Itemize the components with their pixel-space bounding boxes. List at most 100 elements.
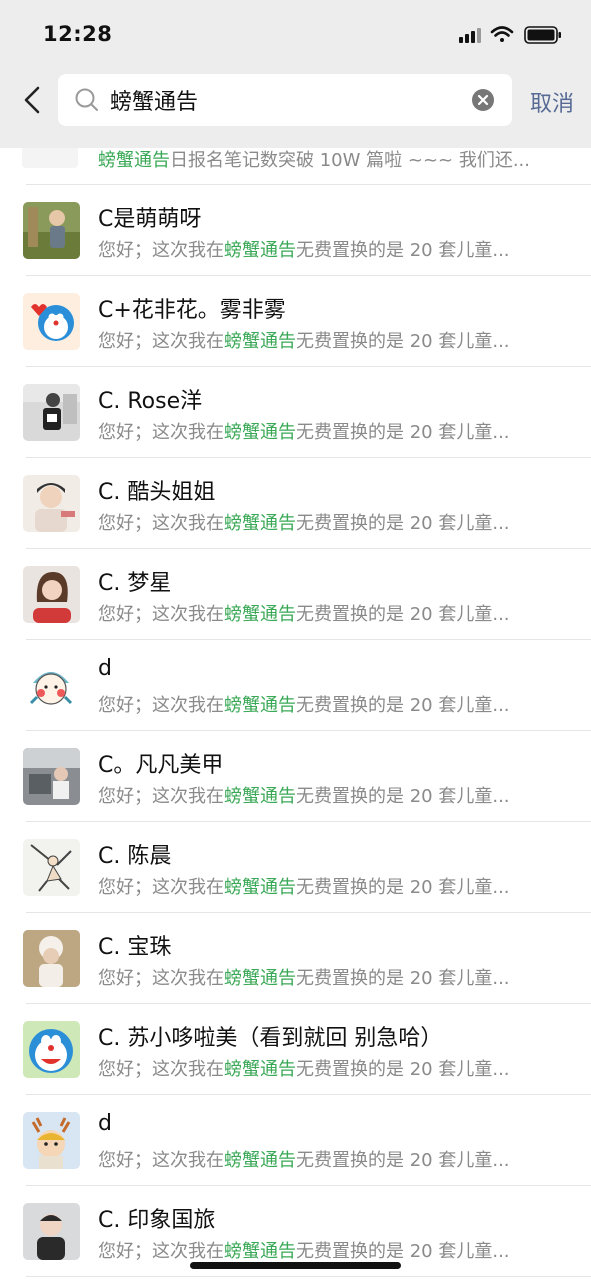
avatar bbox=[23, 384, 80, 441]
avatar bbox=[23, 1021, 80, 1078]
snippet-highlight: 螃蟹通告 bbox=[224, 1241, 296, 1262]
avatar bbox=[23, 566, 80, 623]
avatar bbox=[23, 657, 80, 714]
snippet-suffix: 无费置换的是 20 套儿童... bbox=[296, 240, 510, 261]
photo-child-winter-hat-avatar bbox=[23, 930, 80, 987]
snippet-suffix: 无费置换的是 20 套儿童... bbox=[296, 422, 510, 443]
contact-name: C. 酷头姐姐 bbox=[98, 480, 216, 505]
snippet-suffix: 无费置换的是 20 套儿童... bbox=[296, 877, 510, 898]
back-button[interactable] bbox=[18, 80, 48, 120]
avatar bbox=[23, 1203, 80, 1260]
photo-woman-portrait-avatar bbox=[23, 566, 80, 623]
contact-name: d bbox=[98, 656, 112, 681]
snippet-prefix: 您好；这次我在 bbox=[98, 1059, 224, 1080]
snippet-highlight: 螃蟹通告 bbox=[224, 513, 296, 534]
snippet-text: 日报名笔记数突破 10W 篇啦 ~~~ 我们还... bbox=[170, 150, 530, 171]
message-snippet: 您好；这次我在螃蟹通告无费置换的是 20 套儿童... bbox=[98, 1146, 510, 1172]
search-box[interactable] bbox=[58, 74, 512, 126]
avatar bbox=[23, 1112, 80, 1169]
cartoon-dancer-avatar bbox=[23, 839, 80, 896]
avatar bbox=[22, 146, 78, 168]
avatar bbox=[23, 475, 80, 532]
snippet-highlight: 螃蟹通告 bbox=[224, 240, 296, 261]
list-item[interactable]: 螃蟹通告日报名笔记数突破 10W 篇啦 ~~~ 我们还... bbox=[22, 146, 591, 185]
snippet-suffix: 无费置换的是 20 套儿童... bbox=[296, 513, 510, 534]
snippet-highlight: 螃蟹通告 bbox=[98, 150, 170, 171]
divider bbox=[26, 1276, 591, 1277]
message-snippet: 您好；这次我在螃蟹通告无费置换的是 20 套儿童... bbox=[98, 600, 510, 626]
snippet-highlight: 螃蟹通告 bbox=[224, 695, 296, 716]
snippet-prefix: 您好；这次我在 bbox=[98, 1241, 224, 1262]
photo-girl-hat-avatar bbox=[23, 475, 80, 532]
photo-child-outdoor-avatar bbox=[23, 202, 80, 259]
snippet-suffix: 无费置换的是 20 套儿童... bbox=[296, 604, 510, 625]
snippet-suffix: 无费置换的是 20 套儿童... bbox=[296, 695, 510, 716]
list-item[interactable]: C. 陈晨 您好；这次我在螃蟹通告无费置换的是 20 套儿童... bbox=[0, 822, 591, 913]
list-item[interactable]: C. 梦星您好；这次我在螃蟹通告无费置换的是 20 套儿童... bbox=[0, 549, 591, 640]
message-snippet: 您好；这次我在螃蟹通告无费置换的是 20 套儿童... bbox=[98, 1055, 510, 1081]
contact-name: C是萌萌呀 bbox=[98, 207, 202, 232]
message-snippet: 您好；这次我在螃蟹通告无费置换的是 20 套儿童... bbox=[98, 1237, 510, 1263]
snippet-prefix: 您好；这次我在 bbox=[98, 604, 224, 625]
contact-name: d bbox=[98, 1111, 112, 1136]
list-item[interactable]: C是萌萌呀您好；这次我在螃蟹通告无费置换的是 20 套儿童... bbox=[0, 185, 591, 276]
contact-name: C. 宝珠 bbox=[98, 935, 172, 960]
photo-baby-avatar bbox=[23, 1203, 80, 1260]
list-item[interactable]: d 您好；这次我在螃蟹通告无费置换的是 20 套儿童... bbox=[0, 640, 591, 731]
avatar bbox=[23, 748, 80, 805]
photo-room-avatar bbox=[23, 748, 80, 805]
contact-name: C+花非花。雾非雾 bbox=[98, 298, 286, 323]
snippet-prefix: 您好；这次我在 bbox=[98, 968, 224, 989]
avatar bbox=[23, 293, 80, 350]
snippet-highlight: 螃蟹通告 bbox=[224, 786, 296, 807]
chevron-left-icon bbox=[24, 86, 40, 114]
doraemon-heart-avatar bbox=[23, 293, 80, 350]
search-input[interactable] bbox=[110, 82, 460, 118]
snippet-prefix: 您好；这次我在 bbox=[98, 513, 224, 534]
search-row: 取消 bbox=[0, 72, 591, 128]
status-time: 12:28 bbox=[43, 22, 113, 46]
message-snippet: 您好；这次我在螃蟹通告无费置换的是 20 套儿童... bbox=[98, 327, 510, 353]
message-snippet: 您好；这次我在螃蟹通告无费置换的是 20 套儿童... bbox=[98, 418, 510, 444]
snippet-suffix: 无费置换的是 20 套儿童... bbox=[296, 1150, 510, 1171]
snippet-prefix: 您好；这次我在 bbox=[98, 877, 224, 898]
snippet-highlight: 螃蟹通告 bbox=[224, 1150, 296, 1171]
results-list: 螃蟹通告日报名笔记数突破 10W 篇啦 ~~~ 我们还... C是萌萌呀 您好；这… bbox=[0, 146, 591, 1277]
avatar bbox=[23, 202, 80, 259]
message-snippet: 您好；这次我在螃蟹通告无费置换的是 20 套儿童... bbox=[98, 782, 510, 808]
status-icons bbox=[459, 26, 561, 44]
contact-name: C. 梦星 bbox=[98, 571, 172, 596]
snippet-suffix: 无费置换的是 20 套儿童... bbox=[296, 786, 510, 807]
list-item[interactable]: C. Rose洋您好；这次我在螃蟹通告无费置换的是 20 套儿童... bbox=[0, 367, 591, 458]
list-item[interactable]: C+花非花。雾非雾您好；这次我在螃蟹通告无费置换的是 20 套儿童... bbox=[0, 276, 591, 367]
snippet-suffix: 无费置换的是 20 套儿童... bbox=[296, 1059, 510, 1080]
snippet-highlight: 螃蟹通告 bbox=[224, 331, 296, 352]
snippet-suffix: 无费置换的是 20 套儿童... bbox=[296, 968, 510, 989]
message-snippet: 您好；这次我在螃蟹通告无费置换的是 20 套儿童... bbox=[98, 691, 510, 717]
search-icon bbox=[75, 88, 98, 111]
cancel-button[interactable]: 取消 bbox=[530, 86, 574, 118]
doraemon-face-avatar bbox=[23, 1021, 80, 1078]
contact-name: C。凡凡美甲 bbox=[98, 753, 224, 778]
snippet-highlight: 螃蟹通告 bbox=[224, 422, 296, 443]
contact-name: C. Rose洋 bbox=[98, 389, 203, 414]
list-item[interactable]: d 您好；这次我在螃蟹通告无费置换的是 20 套儿童... bbox=[0, 1095, 591, 1186]
list-item[interactable]: C. 苏小哆啦美（看到就回 别急哈） 您好；这次我在螃蟹通告无费置换的是 20 套… bbox=[0, 1004, 591, 1095]
list-item[interactable]: C. 宝珠您好；这次我在螃蟹通告无费置换的是 20 套儿童... bbox=[0, 913, 591, 1004]
contact-name: C. 苏小哆啦美（看到就回 别急哈） bbox=[98, 1026, 443, 1051]
clear-icon[interactable] bbox=[472, 89, 494, 111]
home-indicator bbox=[190, 1262, 401, 1269]
snippet-suffix: 无费置换的是 20 套儿童... bbox=[296, 1241, 510, 1262]
list-item[interactable]: C。凡凡美甲您好；这次我在螃蟹通告无费置换的是 20 套儿童... bbox=[0, 731, 591, 822]
message-snippet: 您好；这次我在螃蟹通告无费置换的是 20 套儿童... bbox=[98, 236, 510, 262]
avatar bbox=[23, 930, 80, 987]
message-snippet: 您好；这次我在螃蟹通告无费置换的是 20 套儿童... bbox=[98, 509, 510, 535]
message-snippet: 您好；这次我在螃蟹通告无费置换的是 20 套儿童... bbox=[98, 964, 510, 990]
cartoon-blush-face-avatar bbox=[23, 657, 80, 714]
snippet-highlight: 螃蟹通告 bbox=[224, 968, 296, 989]
list-item[interactable]: C. 酷头姐姐您好；这次我在螃蟹通告无费置换的是 20 套儿童... bbox=[0, 458, 591, 549]
snippet-prefix: 您好；这次我在 bbox=[98, 240, 224, 261]
snippet-prefix: 您好；这次我在 bbox=[98, 695, 224, 716]
contact-name: C. 印象国旅 bbox=[98, 1208, 216, 1233]
signal-icon bbox=[459, 28, 481, 43]
